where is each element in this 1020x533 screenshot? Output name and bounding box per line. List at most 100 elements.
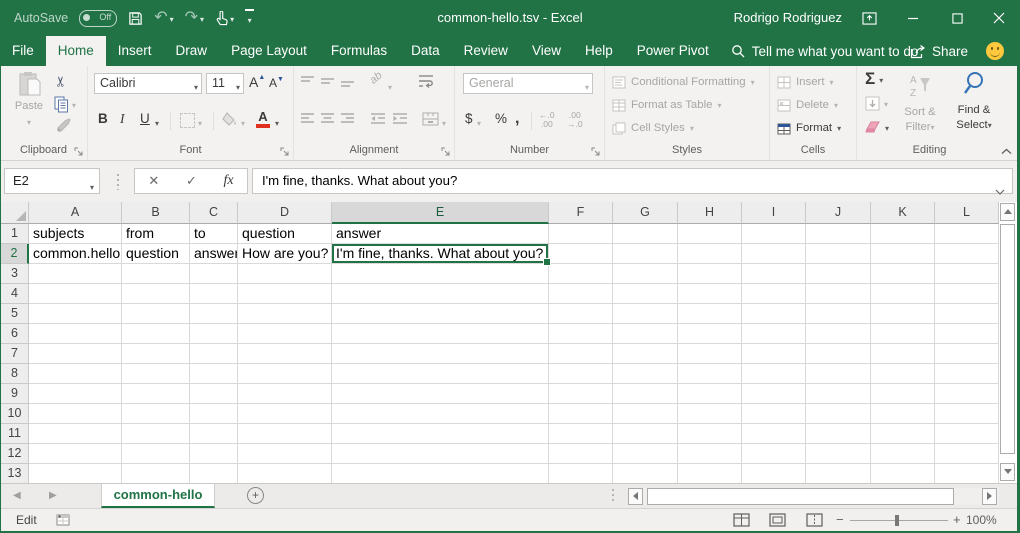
find-select-button[interactable]: Find &Select [949,70,999,133]
cell-E11[interactable] [332,424,549,444]
row-header-6[interactable]: 6 [1,324,29,344]
cell-C13[interactable] [190,464,238,483]
horizontal-scroll-thumb[interactable] [647,488,954,505]
cell-G10[interactable] [613,404,678,424]
name-box-dropdown-icon[interactable] [90,174,94,200]
cell-F5[interactable] [549,304,613,324]
macro-recording-button[interactable] [56,513,70,531]
comma-style-button[interactable]: , [515,111,519,127]
vertical-scrollbar[interactable] [1000,203,1015,481]
cell-D11[interactable] [238,424,332,444]
cell-I5[interactable] [742,304,806,324]
cell-E5[interactable] [332,304,549,324]
ribbon-display-options-button[interactable] [854,0,884,36]
cell-C5[interactable] [190,304,238,324]
bold-button[interactable]: B [98,111,108,127]
expand-formula-bar-icon[interactable] [995,179,1005,203]
underline-dropdown-icon[interactable] [155,114,159,132]
cell-J3[interactable] [806,264,871,284]
italic-button[interactable]: I [120,111,125,127]
cell-B10[interactable] [122,404,190,424]
fill-dropdown-icon[interactable] [884,94,888,112]
cell-C3[interactable] [190,264,238,284]
cell-C7[interactable] [190,344,238,364]
cell-H7[interactable] [678,344,742,364]
cell-F9[interactable] [549,384,613,404]
cell-F3[interactable] [549,264,613,284]
cell-L6[interactable] [935,324,999,344]
cell-A8[interactable] [29,364,122,384]
accounting-format-button[interactable]: $ [465,111,473,127]
cell-K4[interactable] [871,284,935,304]
cell-K9[interactable] [871,384,935,404]
cell-I2[interactable] [742,244,806,264]
cell-K13[interactable] [871,464,935,483]
autosum-button[interactable]: Σ [865,69,883,89]
cell-L8[interactable] [935,364,999,384]
clear-button[interactable] [865,118,889,136]
row-header-13[interactable]: 13 [1,464,29,483]
cell-D7[interactable] [238,344,332,364]
zoom-in-button[interactable]: + [953,512,961,527]
align-right-button[interactable] [340,112,355,130]
zoom-out-button[interactable]: − [836,512,844,527]
cancel-entry-button[interactable]: ✕ [148,173,159,189]
cell-B4[interactable] [122,284,190,304]
cell-B6[interactable] [122,324,190,344]
grow-font-button[interactable]: A▲ [249,74,265,90]
fill-color-dropdown-icon[interactable] [241,114,245,132]
tab-insert[interactable]: Insert [106,36,164,66]
share-button[interactable]: Share [910,36,968,66]
cell-E7[interactable] [332,344,549,364]
cell-L13[interactable] [935,464,999,483]
font-dialog-launcher[interactable] [280,144,290,154]
cell-L10[interactable] [935,404,999,424]
orientation-button[interactable]: ab [368,69,385,86]
cell-B11[interactable] [122,424,190,444]
cell-J9[interactable] [806,384,871,404]
cell-E9[interactable] [332,384,549,404]
cell-K7[interactable] [871,344,935,364]
insert-cells-button[interactable]: Insert [777,72,834,92]
cell-I6[interactable] [742,324,806,344]
cell-A5[interactable] [29,304,122,324]
cell-D2[interactable]: How are you? [238,244,332,264]
sort-filter-button[interactable]: AZ Sort &Filter [897,72,943,135]
font-family-combo[interactable]: Calibri [94,73,202,94]
cell-J11[interactable] [806,424,871,444]
cell-J8[interactable] [806,364,871,384]
font-size-dropdown-icon[interactable] [236,77,240,97]
cell-G5[interactable] [613,304,678,324]
cell-H11[interactable] [678,424,742,444]
decrease-decimal-button[interactable]: .00→.0 [567,111,583,129]
name-box[interactable]: E2 [4,168,100,194]
tab-review[interactable]: Review [452,36,520,66]
decrease-indent-button[interactable] [370,112,386,130]
confirm-entry-button[interactable]: ✓ [186,173,197,189]
scroll-left-button[interactable] [628,488,643,505]
borders-button[interactable] [180,113,195,128]
cut-button[interactable]: ✂ [55,73,67,91]
cell-D4[interactable] [238,284,332,304]
cell-E4[interactable] [332,284,549,304]
column-header-F[interactable]: F [549,202,613,224]
cell-B13[interactable] [122,464,190,483]
scroll-right-button[interactable] [982,488,997,505]
cell-F8[interactable] [549,364,613,384]
cell-C6[interactable] [190,324,238,344]
tab-home[interactable]: Home [46,36,106,66]
cell-J10[interactable] [806,404,871,424]
row-header-12[interactable]: 12 [1,444,29,464]
align-left-button[interactable] [300,112,315,130]
cell-A11[interactable] [29,424,122,444]
cell-K8[interactable] [871,364,935,384]
cell-K2[interactable] [871,244,935,264]
cell-I11[interactable] [742,424,806,444]
cell-F13[interactable] [549,464,613,483]
row-header-1[interactable]: 1 [1,224,29,244]
cell-J13[interactable] [806,464,871,483]
cell-L9[interactable] [935,384,999,404]
column-header-A[interactable]: A [29,202,122,224]
user-name[interactable]: Rodrigo Rodriguez [734,0,842,36]
shrink-font-button[interactable]: A▼ [269,76,284,90]
